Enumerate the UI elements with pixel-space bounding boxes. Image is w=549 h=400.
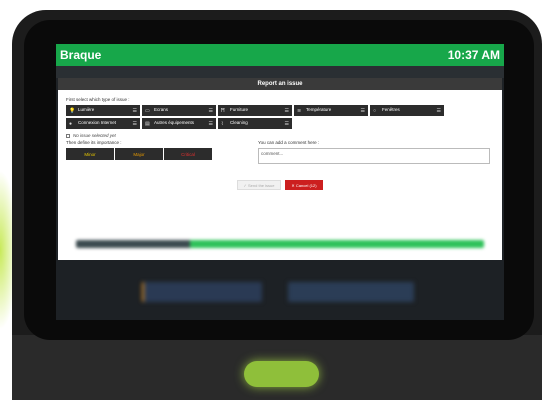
list-icon: ☰	[132, 107, 137, 114]
issue-type-connexion-internet[interactable]: ● Connexion Internet ☰	[66, 118, 140, 129]
home-button[interactable]	[244, 361, 319, 387]
globe-icon: ●	[69, 120, 73, 127]
send-issue-button[interactable]: ✓ Send the issue	[237, 180, 281, 190]
list-icon: ☰	[436, 107, 441, 114]
circle-icon: ○	[373, 107, 377, 114]
issue-type-label: Ecrans	[154, 107, 169, 113]
issue-type-label: Autres équipements	[154, 120, 195, 126]
status-text: No issue selected yet	[73, 133, 116, 138]
comment-input[interactable]: comment...	[258, 148, 490, 164]
issue-type-temperature[interactable]: ≋ Température ☰	[294, 105, 368, 116]
modal-body: First select which type of issue : 💡 Lum…	[58, 90, 502, 194]
chair-icon: Ħ	[221, 107, 225, 114]
importance-column: Then define its importance : Minor Major…	[66, 140, 246, 164]
issue-type-label: Cleaning	[230, 120, 248, 126]
modal-actions: ✓ Send the issue ✕ Cancel (12)	[66, 180, 494, 190]
cancel-label: Cancel (12)	[295, 182, 317, 188]
issue-type-furniture[interactable]: Ħ Furniture ☰	[218, 105, 292, 116]
keyboard-icon: ▤	[145, 120, 150, 127]
modal-title: Report an issue	[58, 78, 502, 90]
blurred-button-right	[288, 282, 414, 302]
air-icon: ≋	[297, 107, 302, 114]
importance-minor-button[interactable]: Minor	[66, 148, 114, 160]
issue-type-lumiere[interactable]: 💡 Lumière ☰	[66, 105, 140, 116]
importance-levels: Minor Major Critical	[66, 148, 246, 160]
issue-type-label: Température	[306, 107, 332, 113]
top-bar: Braque 10:37 AM	[56, 44, 504, 66]
issue-type-fenetres[interactable]: ○ Fenêtres ☰	[370, 105, 444, 116]
importance-prompt: Then define its importance :	[66, 140, 122, 145]
list-icon: ☰	[208, 120, 213, 127]
lightbulb-icon: 💡	[69, 107, 76, 114]
issue-type-prompt: First select which type of issue :	[66, 97, 130, 102]
issue-type-ecrans[interactable]: ▭ Ecrans ☰	[142, 105, 216, 116]
importance-critical-button[interactable]: Critical	[164, 148, 212, 160]
comment-prompt: You can add a comment here :	[258, 140, 320, 145]
issue-type-label: Connexion Internet	[78, 120, 117, 126]
issue-type-label: Fenêtres	[382, 107, 400, 113]
cleaning-icon: ⌇	[221, 120, 224, 127]
issue-type-grid: 💡 Lumière ☰ ▭ Ecrans ☰ Ħ Furniture ☰ ≋ T…	[66, 105, 494, 129]
clock: 10:37 AM	[447, 48, 500, 62]
blurred-background	[56, 260, 504, 320]
cancel-button[interactable]: ✕ Cancel (12)	[285, 180, 323, 190]
send-issue-label: Send the issue	[248, 182, 275, 188]
checkbox-icon	[66, 133, 70, 138]
list-icon: ☰	[360, 107, 365, 114]
top-bar-divider	[56, 66, 504, 78]
comment-column: You can add a comment here : comment...	[258, 140, 494, 164]
blurred-timeline	[76, 240, 484, 248]
selection-status: No issue selected yet	[66, 133, 494, 138]
list-icon: ☰	[132, 120, 137, 127]
device-stage: Braque 10:37 AM Report an issue First se…	[0, 0, 549, 400]
list-icon: ☰	[284, 120, 289, 127]
importance-major-button[interactable]: Major	[115, 148, 163, 160]
issue-type-cleaning[interactable]: ⌇ Cleaning ☰	[218, 118, 292, 129]
importance-section: Then define its importance : Minor Major…	[66, 140, 494, 164]
monitor-icon: ▭	[145, 107, 150, 114]
issue-type-label: Lumière	[78, 107, 95, 113]
list-icon: ☰	[284, 107, 289, 114]
tablet-screen: Braque 10:37 AM Report an issue First se…	[56, 44, 504, 320]
report-issue-modal: Report an issue First select which type …	[58, 78, 502, 260]
list-icon: ☰	[208, 107, 213, 114]
app-name: Braque	[60, 48, 102, 62]
blurred-button-left	[142, 282, 262, 302]
issue-type-autres-equipements[interactable]: ▤ Autres équipements ☰	[142, 118, 216, 129]
issue-type-label: Furniture	[230, 107, 249, 113]
